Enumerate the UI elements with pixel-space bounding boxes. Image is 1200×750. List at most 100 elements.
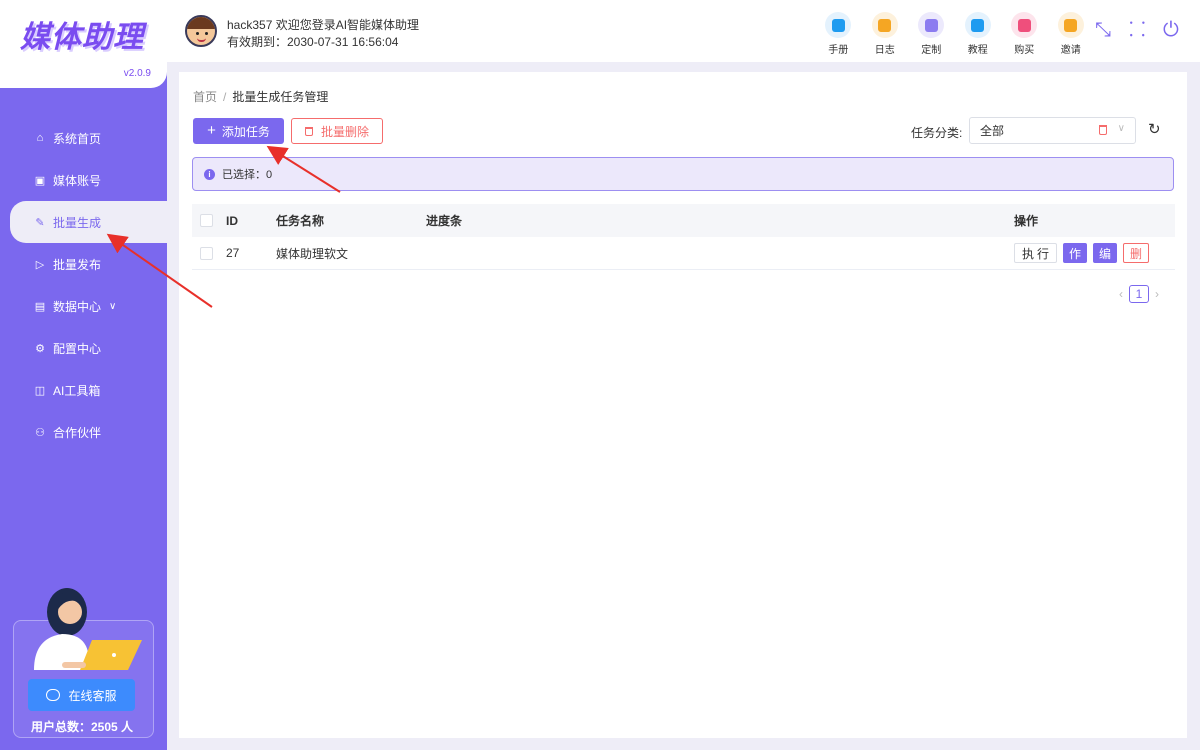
custom-button[interactable]: 定制 <box>908 12 955 56</box>
cell-id: 27 <box>226 246 240 260</box>
sidebar-item-config-center[interactable]: ⚙ 配置中心 <box>0 327 167 369</box>
col-task-name: 任务名称 <box>276 214 325 228</box>
tool-label: 邀请 <box>1060 45 1081 56</box>
header-toolbar: 手册 日志 定制 教程 购买 邀请 <box>815 12 1094 56</box>
sidebar-item-batch-publish[interactable]: ▷ 批量发布 <box>0 243 167 285</box>
home-icon: ⌂ <box>36 132 44 144</box>
id-card-icon: ▣ <box>34 174 46 187</box>
power-icon[interactable]: ⏻ <box>1163 17 1179 43</box>
welcome-text: hack357 欢迎您登录AI智能媒体助理 <box>227 18 420 32</box>
sidebar-item-label: 媒体账号 <box>53 173 102 188</box>
log-button[interactable]: 日志 <box>862 12 909 56</box>
delete-button[interactable]: 删 <box>1123 243 1150 263</box>
sidebar-item-label: 批量生成 <box>53 215 102 230</box>
selection-alert: i 已选择：0 <box>192 157 1174 191</box>
user-total: 用户总数：2505 人 <box>31 720 134 734</box>
work-button[interactable]: 作 <box>1063 243 1088 263</box>
sidebar-item-label: 数据中心 <box>53 299 102 314</box>
sidebar-item-label: AI工具箱 <box>53 383 101 398</box>
top-header: hack357 欢迎您登录AI智能媒体助理 有效期到：2030-07-31 16… <box>167 0 1200 62</box>
select-all-checkbox[interactable] <box>200 214 213 227</box>
invite-button[interactable]: 邀请 <box>1048 12 1095 56</box>
row-checkbox[interactable] <box>200 246 213 260</box>
row-actions: 执行 作 编 删 <box>1014 243 1150 263</box>
sidebar-item-label: 配置中心 <box>53 341 102 356</box>
refresh-icon[interactable]: ↻ <box>1148 120 1161 138</box>
database-icon: ▤ <box>34 300 46 313</box>
support-illustration <box>34 588 142 670</box>
online-service-label: 在线客服 <box>68 688 117 703</box>
manual-button[interactable]: 手册 <box>815 12 862 56</box>
breadcrumb: 首页 / 批量生成任务管理 <box>193 88 328 105</box>
chevron-down-icon: ∨ <box>1117 123 1125 134</box>
category-label: 任务分类: <box>911 126 963 140</box>
sidebar-item-ai-toolbox[interactable]: ◫ AI工具箱 <box>0 369 167 411</box>
info-icon: i <box>204 168 215 180</box>
breadcrumb-home[interactable]: 首页 <box>193 90 217 104</box>
logo-area: 媒体助理 v2.0.9 <box>0 0 167 88</box>
task-table: ID 任务名称 进度条 操作 27 媒体助理软文 执行 作 编 删 <box>192 204 1175 270</box>
page-number[interactable]: 1 <box>1129 285 1149 303</box>
category-value: 全部 <box>980 124 1005 138</box>
sidebar-item-partners[interactable]: ⚇ 合作伙伴 <box>0 411 167 453</box>
category-select[interactable]: 全部 ∨ <box>969 117 1136 144</box>
col-id: ID <box>226 213 238 228</box>
online-service-button[interactable]: 在线客服 <box>28 679 135 711</box>
sidebar-item-label: 系统首页 <box>53 131 102 146</box>
fullscreen-exit-icon[interactable]: ⸬ <box>1129 17 1146 43</box>
sidebar-item-data-center[interactable]: ▤ 数据中心 ∨ <box>0 285 167 327</box>
sidebar-nav: ⌂ 系统首页 ▣ 媒体账号 ✎ 批量生成 ▷ 批量发布 ▤ 数据中心 ∨ ⚙ 配… <box>0 117 167 453</box>
custom-icon <box>924 18 938 32</box>
app-logo[interactable]: 媒体助理 <box>20 12 144 56</box>
invite-icon <box>1064 18 1078 32</box>
edit-button[interactable]: 编 <box>1093 243 1118 263</box>
execute-button[interactable]: 执行 <box>1014 243 1058 263</box>
tool-label: 购买 <box>1014 45 1035 56</box>
gear-icon: ⚙ <box>35 342 45 355</box>
log-icon <box>878 18 892 32</box>
send-icon: ▷ <box>35 258 45 271</box>
clear-icon[interactable] <box>1099 125 1107 135</box>
breadcrumb-separator: / <box>223 90 227 104</box>
selection-count: 已选择：0 <box>222 169 273 181</box>
shrink-icon[interactable]: ⤡ <box>1095 17 1111 43</box>
tool-label: 手册 <box>828 45 849 56</box>
pagination: ‹ 1 › <box>1119 285 1159 303</box>
sidebar-item-batch-generate[interactable]: ✎ 批量生成 <box>10 201 167 243</box>
tutorial-button[interactable]: 教程 <box>955 12 1002 56</box>
cell-task-name: 媒体助理软文 <box>276 246 349 261</box>
tool-label: 教程 <box>967 45 988 56</box>
batch-delete-label: 批量删除 <box>320 124 369 139</box>
sidebar: 媒体助理 v2.0.9 ⌂ 系统首页 ▣ 媒体账号 ✎ 批量生成 ▷ 批量发布 … <box>0 0 167 750</box>
add-task-button[interactable]: + 添加任务 <box>193 118 284 144</box>
tool-label: 定制 <box>921 45 942 56</box>
next-page-icon[interactable]: › <box>1155 287 1159 301</box>
tutorial-icon <box>971 18 985 32</box>
table-header: ID 任务名称 进度条 操作 <box>192 204 1175 237</box>
manual-icon <box>831 18 845 32</box>
table-row: 27 媒体助理软文 执行 作 编 删 <box>192 237 1175 270</box>
sidebar-item-media-accounts[interactable]: ▣ 媒体账号 <box>0 159 167 201</box>
sidebar-item-label: 批量发布 <box>53 257 102 272</box>
buy-icon <box>1017 18 1031 32</box>
sidebar-item-home[interactable]: ⌂ 系统首页 <box>0 117 167 159</box>
main-card: 首页 / 批量生成任务管理 + 添加任务 批量删除 任务分类: 全部 ∨ ↻ i 已… <box>179 72 1187 738</box>
tool-label: 日志 <box>874 45 895 56</box>
avatar[interactable] <box>185 15 217 47</box>
col-operations: 操作 <box>1014 214 1039 228</box>
breadcrumb-current: 批量生成任务管理 <box>232 90 329 104</box>
pen-icon: ✎ <box>35 216 45 229</box>
sidebar-item-label: 合作伙伴 <box>53 425 102 440</box>
col-progress: 进度条 <box>426 214 463 228</box>
trash-icon <box>304 126 313 136</box>
partners-icon: ⚇ <box>35 426 45 439</box>
prev-page-icon[interactable]: ‹ <box>1119 287 1123 301</box>
add-task-label: 添加任务 <box>221 124 270 139</box>
toolbox-icon: ◫ <box>34 384 46 397</box>
batch-delete-button[interactable]: 批量删除 <box>291 118 383 144</box>
app-version: v2.0.9 <box>123 68 151 79</box>
expiry-text: 有效期到：2030-07-31 16:56:04 <box>227 35 399 49</box>
plus-icon: + <box>207 122 216 139</box>
buy-button[interactable]: 购买 <box>1001 12 1048 56</box>
chat-bubble-icon <box>46 689 61 701</box>
